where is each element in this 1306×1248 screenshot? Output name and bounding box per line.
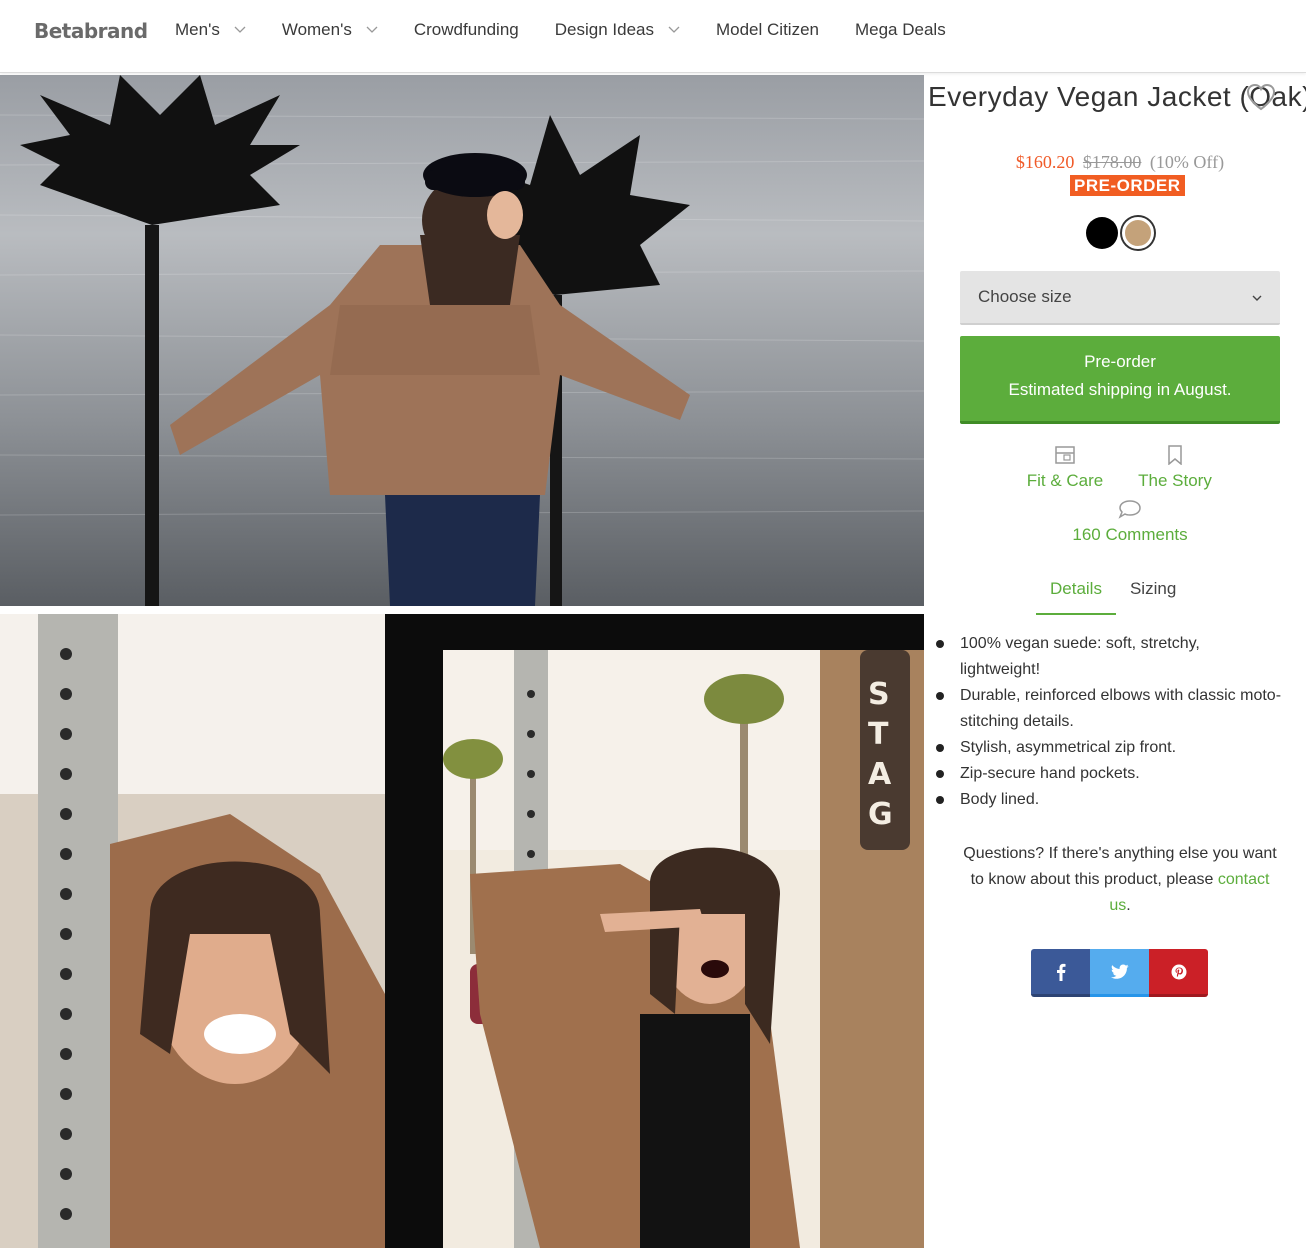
- share-buttons: [1031, 949, 1208, 997]
- nav-item-label: Women's: [281, 20, 352, 39]
- tab-details[interactable]: Details: [1036, 573, 1116, 615]
- nav-item-mens[interactable]: Men's: [175, 20, 246, 40]
- list-item: Stylish, asymmetrical zip front.: [934, 735, 1284, 761]
- betabrand-logo[interactable]: Betabrand: [34, 19, 148, 43]
- speech-bubble-icon: [1118, 500, 1141, 519]
- price-row: $160.20 $178.00 (10% Off): [924, 152, 1306, 173]
- comments-link[interactable]: 160 Comments: [1060, 499, 1200, 545]
- nav-item-label: Men's: [175, 20, 220, 39]
- chevron-down-icon: [366, 26, 378, 33]
- info-tabs: Details Sizing: [1036, 573, 1190, 615]
- nav-item-label: Design Ideas: [554, 20, 654, 39]
- facebook-icon: [1056, 963, 1065, 981]
- main-nav: Men's Women's Crowdfunding Design Ideas …: [175, 20, 982, 40]
- pre-order-badge: PRE-ORDER: [1070, 175, 1185, 196]
- nav-item-design-ideas[interactable]: Design Ideas: [555, 20, 680, 40]
- chevron-down-icon: [234, 26, 246, 33]
- twitter-share-button[interactable]: [1090, 949, 1149, 997]
- questions-text: Questions? If there's anything else you …: [960, 841, 1280, 919]
- product-photo-back-view[interactable]: [0, 75, 924, 606]
- shipping-estimate: Estimated shipping in August.: [1008, 380, 1232, 399]
- nav-item-label: Mega Deals: [854, 20, 946, 39]
- fit-care-link[interactable]: Fit & Care: [1020, 445, 1110, 491]
- the-story-label: The Story: [1138, 471, 1212, 490]
- pre-order-button[interactable]: Pre-order Estimated shipping in August.: [960, 336, 1280, 424]
- size-select[interactable]: Choose size: [960, 271, 1280, 325]
- questions-end: .: [1126, 897, 1131, 914]
- discount-label: (10% Off): [1149, 152, 1225, 172]
- site-header: Betabrand Men's Women's Crowdfunding Des…: [0, 0, 1306, 73]
- color-swatch-oak[interactable]: [1122, 217, 1154, 249]
- details-list: 100% vegan suede: soft, stretchy, lightw…: [934, 631, 1284, 813]
- heart-icon[interactable]: [1246, 83, 1276, 111]
- the-story-link[interactable]: The Story: [1130, 445, 1220, 491]
- svg-text:A: A: [868, 757, 892, 792]
- nav-item-crowdfunding[interactable]: Crowdfunding: [414, 20, 519, 40]
- chevron-down-icon: [1252, 295, 1262, 301]
- color-swatch-black[interactable]: [1086, 217, 1118, 249]
- facebook-share-button[interactable]: [1031, 949, 1090, 997]
- pre-order-label: Pre-order: [1084, 352, 1156, 371]
- svg-text:S: S: [868, 677, 890, 712]
- list-item: Durable, reinforced elbows with classic …: [934, 683, 1284, 735]
- sewing-machine-icon: [1055, 446, 1075, 464]
- nav-item-label: Crowdfunding: [413, 20, 519, 39]
- list-item: Body lined.: [934, 787, 1284, 813]
- chevron-down-icon: [668, 26, 680, 33]
- product-photo-illustration: [0, 75, 924, 606]
- size-select-label: Choose size: [978, 287, 1072, 306]
- svg-text:T: T: [868, 717, 889, 752]
- fit-care-label: Fit & Care: [1026, 471, 1104, 490]
- list-item: Zip-secure hand pockets.: [934, 761, 1284, 787]
- nav-item-mega-deals[interactable]: Mega Deals: [855, 20, 946, 40]
- nav-item-womens[interactable]: Women's: [282, 20, 378, 40]
- comments-label: 160 Comments: [1072, 525, 1188, 544]
- twitter-icon: [1110, 964, 1128, 979]
- list-item: 100% vegan suede: soft, stretchy, lightw…: [934, 631, 1284, 683]
- sale-price: $160.20: [1015, 152, 1075, 172]
- pinterest-icon: [1171, 964, 1186, 979]
- bookmark-icon: [1168, 445, 1182, 465]
- nav-item-label: Model Citizen: [715, 20, 819, 39]
- nav-item-model-citizen[interactable]: Model Citizen: [716, 20, 819, 40]
- product-detail-panel: Everyday Vegan Jacket (Oak) $160.20 $178…: [924, 73, 1306, 1248]
- pinterest-share-button[interactable]: [1149, 949, 1208, 997]
- product-photo-front-view[interactable]: S T A G: [0, 614, 924, 1248]
- original-price: $178.00: [1082, 152, 1142, 172]
- svg-text:G: G: [868, 797, 893, 832]
- tab-sizing[interactable]: Sizing: [1116, 573, 1190, 615]
- product-photo-illustration: S T A G: [0, 614, 924, 1248]
